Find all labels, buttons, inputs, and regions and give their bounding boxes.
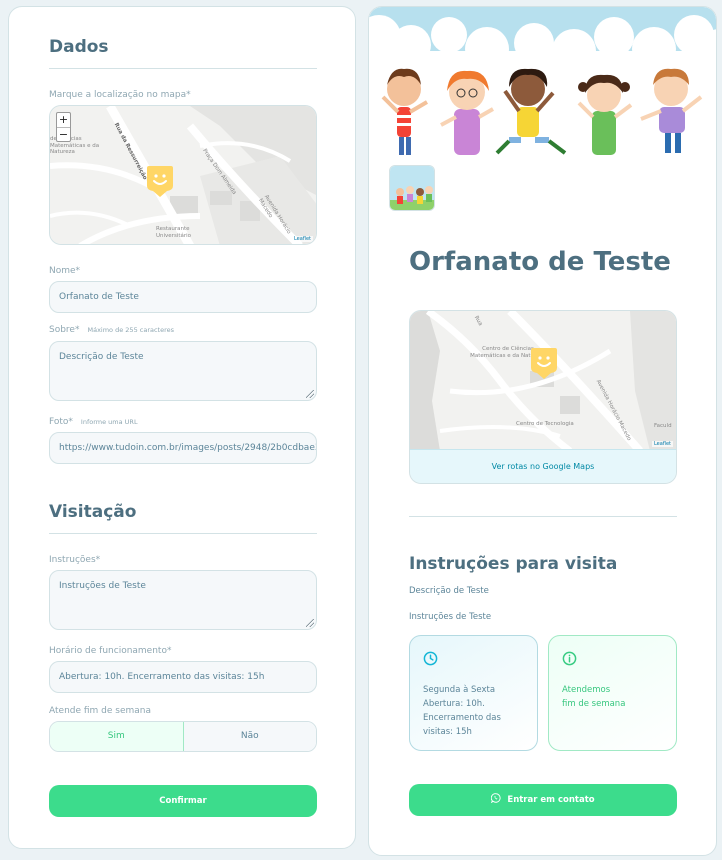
- weekend-toggle: Sim Não: [49, 721, 317, 752]
- resize-grip-icon[interactable]: [306, 619, 314, 627]
- map-tiles: [410, 311, 676, 454]
- map-attribution[interactable]: Leaflet: [651, 441, 673, 447]
- photo-hint: Informe uma URL: [80, 418, 138, 426]
- zoom-out-button[interactable]: −: [57, 127, 70, 141]
- location-map[interactable]: de Ciências Matemáticas e da Natureza Re…: [49, 105, 317, 245]
- google-maps-route-link[interactable]: Ver rotas no Google Maps: [410, 449, 676, 483]
- weekend-yes-button[interactable]: Sim: [50, 722, 184, 751]
- zoom-control: + −: [56, 112, 71, 142]
- map-place-label: Faculd: [654, 423, 672, 429]
- map-label: Marque a localização no mapa*: [49, 90, 191, 100]
- photo-url-input[interactable]: https://www.tudoin.com.br/images/posts/2…: [49, 432, 317, 464]
- about-text: Descrição de Teste: [409, 586, 489, 596]
- weekend-box: Atendemos fim de semana: [548, 635, 677, 751]
- about-label: Sobre* Máximo de 255 caracteres: [49, 325, 174, 335]
- instructions-label: Instruções*: [49, 555, 101, 565]
- orphanage-title: Orfanato de Teste: [409, 247, 671, 277]
- banner-image: [369, 7, 716, 157]
- photo-label-text: Foto*: [49, 417, 73, 427]
- section-title-visitacao: Visitação: [49, 502, 137, 522]
- instructions-textarea-value: Instruções de Teste: [59, 581, 146, 591]
- map-attribution[interactable]: Leaflet: [291, 236, 313, 242]
- weekend-line: fim de semana: [562, 699, 626, 709]
- orphanage-form: Dados Marque a localização no mapa* de C…: [8, 6, 356, 849]
- map-marker-icon[interactable]: [145, 164, 175, 198]
- contact-button[interactable]: Entrar em contato: [409, 784, 677, 816]
- hours-line: visitas: 15h: [423, 727, 472, 737]
- weekend-label: Atende fim de semana: [49, 706, 152, 716]
- weekend-line: Atendemos: [562, 685, 611, 695]
- map-marker-icon: [531, 348, 557, 379]
- visit-instructions-title: Instruções para visita: [409, 554, 618, 574]
- hours-line: Encerramento das: [423, 713, 501, 723]
- about-label-text: Sobre*: [49, 325, 80, 335]
- divider: [49, 68, 317, 69]
- hours-line: Segunda à Sexta: [423, 685, 496, 695]
- map-place-label: Centro de Tecnologia: [516, 421, 574, 427]
- name-label: Nome*: [49, 266, 81, 276]
- contact-button-label: Entrar em contato: [507, 795, 595, 805]
- kids-illustration: [369, 7, 716, 157]
- info-icon: [562, 651, 577, 666]
- clock-icon: [423, 651, 438, 666]
- about-textarea[interactable]: Descrição de Teste: [49, 341, 317, 401]
- divider: [409, 516, 677, 517]
- orphanage-detail: Orfanato de Teste Centro de Ciências Mat…: [368, 6, 717, 856]
- hours-label: Horário de funcionamento*: [49, 646, 172, 656]
- confirm-button[interactable]: Confirmar: [49, 785, 317, 817]
- zoom-in-button[interactable]: +: [57, 113, 70, 127]
- photo-label: Foto* Informe uma URL: [49, 417, 138, 427]
- about-textarea-value: Descrição de Teste: [59, 352, 144, 362]
- divider: [49, 533, 317, 534]
- section-title-dados: Dados: [49, 37, 109, 57]
- photo-thumbnail[interactable]: [389, 165, 435, 211]
- instructions-text: Instruções de Teste: [409, 612, 492, 622]
- detail-map: Centro de Ciências Matemáticas e da Natu…: [409, 310, 677, 484]
- hours-line: Abertura: 10h.: [423, 699, 485, 709]
- name-input[interactable]: Orfanato de Teste: [49, 281, 317, 313]
- map-place-label: Restaurante Universitário: [156, 226, 192, 239]
- instructions-textarea[interactable]: Instruções de Teste: [49, 570, 317, 630]
- opening-hours-box: Segunda à Sexta Abertura: 10h. Encerrame…: [409, 635, 538, 751]
- weekend-no-button[interactable]: Não: [183, 722, 316, 751]
- resize-grip-icon[interactable]: [306, 390, 314, 398]
- about-hint: Máximo de 255 caracteres: [87, 326, 175, 334]
- whatsapp-icon: [491, 793, 501, 804]
- hours-input[interactable]: Abertura: 10h. Encerramento das visitas:…: [49, 661, 317, 693]
- thumbnail-image: [390, 166, 434, 210]
